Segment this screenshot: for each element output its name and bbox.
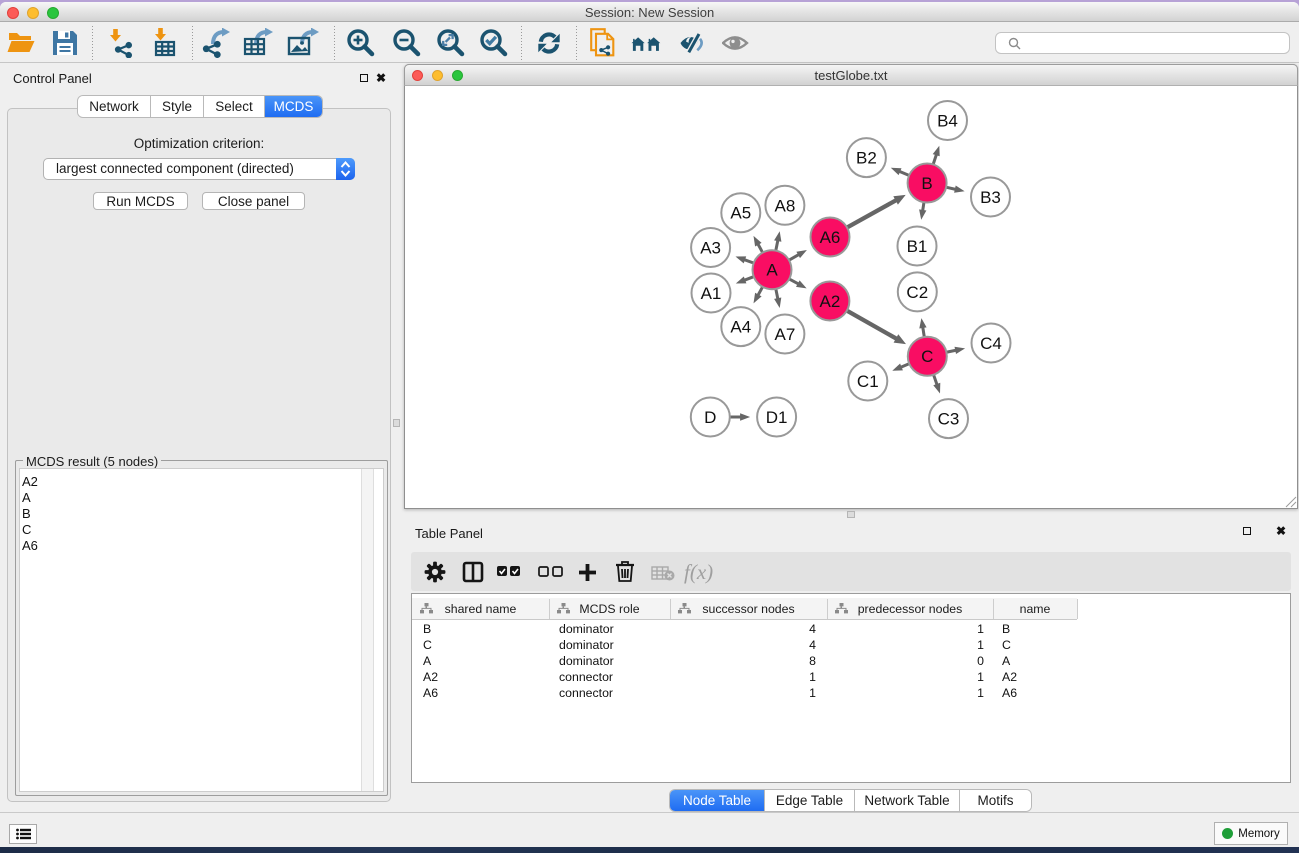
svg-text:A2: A2: [820, 292, 841, 311]
svg-text:A7: A7: [775, 325, 796, 344]
svg-text:D1: D1: [766, 408, 788, 427]
svg-text:D: D: [704, 408, 716, 427]
svg-text:C4: C4: [980, 334, 1002, 353]
svg-text:A8: A8: [775, 196, 796, 215]
svg-text:C2: C2: [906, 283, 928, 302]
svg-text:A5: A5: [730, 204, 751, 223]
svg-text:A1: A1: [701, 284, 722, 303]
svg-text:B4: B4: [937, 112, 958, 131]
svg-text:C: C: [921, 347, 933, 366]
svg-text:A6: A6: [820, 228, 841, 247]
svg-text:A: A: [766, 261, 778, 280]
svg-text:B: B: [921, 174, 932, 193]
svg-text:C1: C1: [857, 372, 879, 391]
svg-text:C3: C3: [938, 410, 960, 429]
svg-text:A4: A4: [730, 318, 751, 337]
svg-text:B1: B1: [907, 237, 928, 256]
svg-text:B2: B2: [856, 149, 877, 168]
svg-text:B3: B3: [980, 188, 1001, 207]
svg-text:A3: A3: [700, 239, 721, 258]
